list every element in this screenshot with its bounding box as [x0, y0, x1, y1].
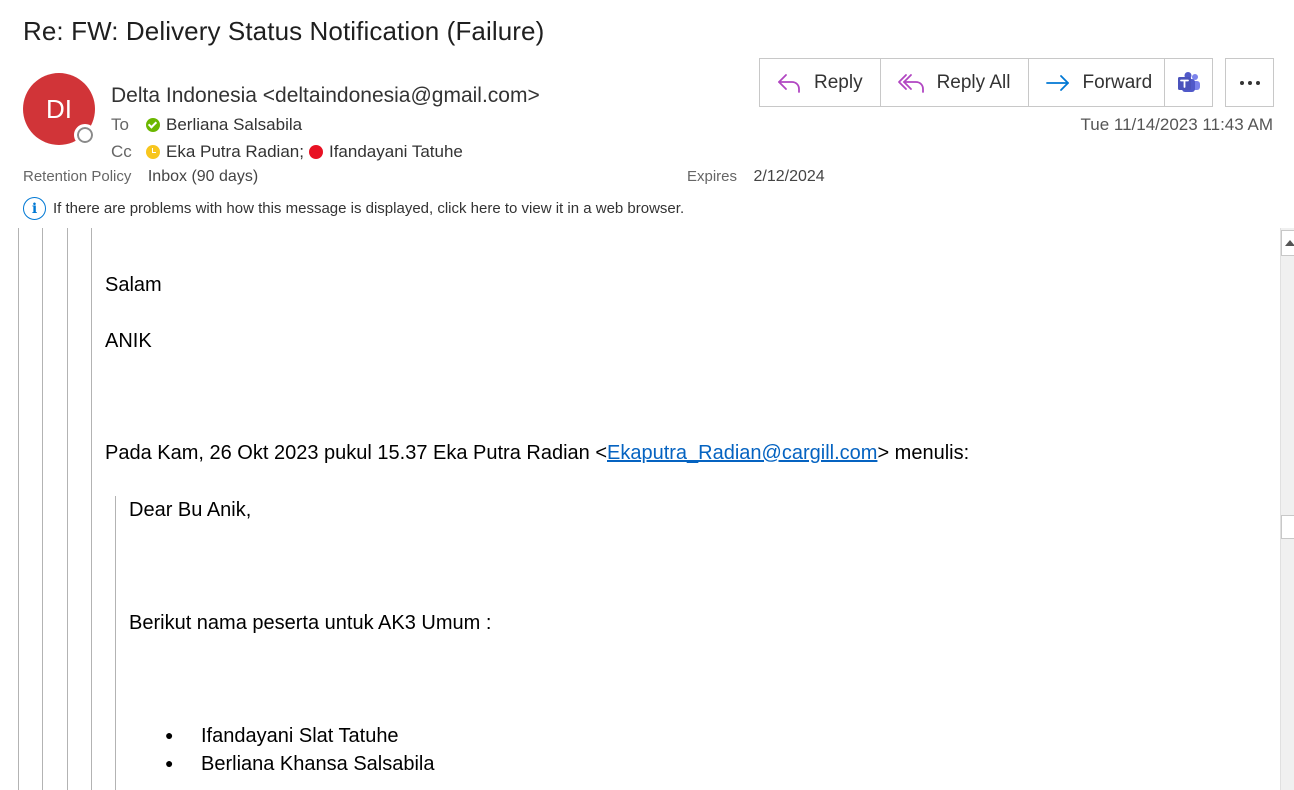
reply-all-icon: [897, 73, 924, 93]
bullet-icon: ●: [165, 727, 174, 743]
sender-name[interactable]: Delta Indonesia <deltaindonesia@gmail.co…: [111, 84, 540, 108]
sender-email-link[interactable]: Ekaputra_Radian@cargill.com: [607, 442, 877, 464]
teams-button[interactable]: [1164, 58, 1213, 107]
cc-row: Cc Eka Putra Radian; Ifandayani Tatuhe: [111, 142, 463, 162]
reply-all-button[interactable]: Reply All: [881, 59, 1029, 106]
message-body: Salam ANIK Pada Kam, 26 Okt 2023 pukul 1…: [0, 228, 1280, 790]
expires-value: 2/12/2024: [753, 168, 825, 185]
teams-icon: [1177, 71, 1200, 92]
body-signature: ANIK: [105, 330, 152, 352]
view-in-browser-infobar[interactable]: i If there are problems with how this me…: [23, 197, 684, 220]
quote-border: [115, 496, 116, 790]
quote-border: [42, 228, 43, 790]
quote-greeting: Dear Bu Anik,: [129, 499, 252, 521]
quote-list-intro: Berikut nama peserta untuk AK3 Umum :: [129, 612, 492, 634]
reply-label: Reply: [814, 71, 863, 93]
forward-label: Forward: [1082, 71, 1153, 93]
more-actions-button[interactable]: [1225, 58, 1274, 107]
to-label: To: [111, 115, 129, 134]
recipient-to[interactable]: Berliana Salsabila: [166, 115, 302, 135]
reply-button[interactable]: Reply: [760, 59, 881, 106]
list-item: Berliana Khansa Salsabila: [201, 753, 435, 775]
recipient-cc[interactable]: Ifandayani Tatuhe: [329, 142, 463, 162]
busy-status-icon: [308, 145, 323, 159]
avatar-initials: DI: [46, 93, 72, 124]
quote-intro-text: Pada Kam, 26 Okt 2023 pukul 15.37 Eka Pu…: [105, 442, 607, 464]
retention-policy: Retention Policy Inbox (90 days): [23, 168, 258, 186]
presence-offline-icon: [74, 124, 96, 146]
quote-intro: Pada Kam, 26 Okt 2023 pukul 15.37 Eka Pu…: [105, 442, 969, 465]
scroll-thumb[interactable]: [1281, 515, 1294, 539]
retention-value: Inbox (90 days): [147, 168, 259, 185]
list-item: Ifandayani Slat Tatuhe: [201, 725, 399, 747]
info-icon: i: [23, 197, 46, 220]
expires: Expires 2/12/2024: [687, 168, 825, 186]
reply-all-label: Reply All: [936, 71, 1011, 93]
bullet-icon: ●: [165, 755, 174, 771]
quote-border: [67, 228, 68, 790]
quote-border: [18, 228, 19, 790]
cc-label: Cc: [111, 142, 132, 161]
scroll-up-arrow-icon[interactable]: [1281, 230, 1294, 256]
quote-intro-text: > menulis:: [877, 442, 970, 464]
message-actions-toolbar: Reply Reply All Forward: [759, 58, 1171, 107]
available-status-icon: [146, 118, 160, 132]
to-row: To Berliana Salsabila: [111, 115, 302, 135]
away-status-icon: [146, 145, 160, 159]
body-salam: Salam: [105, 274, 162, 296]
email-reading-pane: Re: FW: Delivery Status Notification (Fa…: [0, 0, 1294, 790]
reply-icon: [778, 73, 800, 93]
quote-border: [91, 228, 92, 790]
forward-arrow-icon: [1045, 74, 1069, 91]
more-icon: [1239, 80, 1260, 85]
forward-button[interactable]: Forward: [1029, 59, 1170, 106]
infobar-text: If there are problems with how this mess…: [53, 200, 685, 217]
recipient-cc[interactable]: Eka Putra Radian;: [166, 142, 304, 162]
vertical-scrollbar[interactable]: [1280, 228, 1294, 790]
retention-label: Retention Policy: [23, 168, 132, 185]
sent-date: Tue 11/14/2023 11:43 AM: [1080, 115, 1274, 134]
expires-label: Expires: [687, 168, 738, 185]
email-subject: Re: FW: Delivery Status Notification (Fa…: [23, 16, 545, 46]
